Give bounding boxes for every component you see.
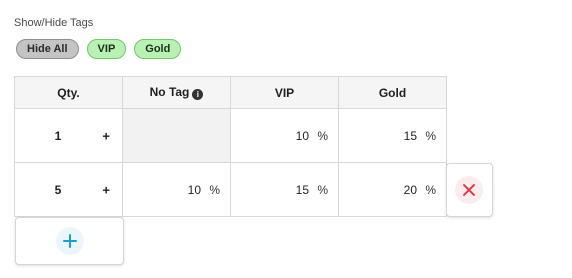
table-row: 5 + % % % [14,162,447,217]
close-icon [455,176,483,204]
vip-tag-toggle[interactable]: VIP [86,39,127,59]
qty-cell: 5 + [14,162,123,217]
plus-icon [56,227,84,255]
qty-cell: 1 + [14,108,123,163]
vip-column-header: VIP [230,76,339,109]
vip-discount-cell: % [230,162,339,217]
no-tag-discount-input[interactable] [123,181,201,198]
percent-sign: % [209,182,220,197]
no-tag-column-header: No Tag i [122,76,231,109]
table-row: 1 + % % [14,108,447,163]
gold-column-header: Gold [338,76,447,109]
qty-plus-icon: + [102,128,110,143]
vip-discount-input[interactable] [231,181,309,198]
table-header-row: Qty. No Tag i VIP Gold [14,76,447,109]
qty-value[interactable]: 5 [15,183,101,197]
gold-discount-input[interactable] [339,181,417,198]
show-hide-tags-label: Show/Hide Tags [14,17,94,29]
gold-discount-cell: % [338,108,447,163]
gold-discount-input[interactable] [339,127,417,144]
no-tag-discount-cell: % [122,162,231,217]
gold-discount-cell: % [338,162,447,217]
gold-tag-toggle[interactable]: Gold [134,39,182,59]
qty-plus-icon: + [102,182,110,197]
delete-row-button[interactable] [446,163,493,217]
percent-sign: % [425,128,436,143]
add-row-button[interactable] [15,217,124,265]
percent-sign: % [317,128,328,143]
qty-header-label: Qty. [57,85,80,100]
gold-header-label: Gold [378,85,407,100]
percent-sign: % [317,182,328,197]
discount-tier-table: Qty. No Tagi VIP Gold 1 + % % 5 + [14,76,447,217]
qty-column-header: Qty. [14,76,123,109]
percent-sign: % [425,182,436,197]
no-tag-header-label: No Tag [149,85,190,99]
qty-value[interactable]: 1 [15,129,101,143]
no-tag-cell-empty [122,108,231,163]
info-icon[interactable]: i [192,89,204,100]
tag-filter-bar: Hide All VIP Gold [16,39,182,59]
vip-header-label: VIP [274,85,295,100]
vip-discount-cell: % [230,108,339,163]
hide-all-tags-button[interactable]: Hide All [16,39,79,59]
vip-discount-input[interactable] [231,127,309,144]
